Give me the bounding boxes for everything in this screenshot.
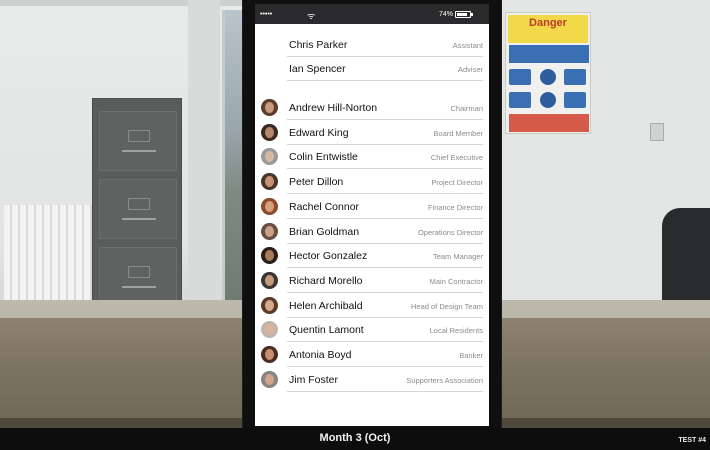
contact-name: Chris Parker bbox=[289, 39, 348, 51]
contact-row[interactable]: Andrew Hill-Norton Chairman bbox=[255, 95, 489, 120]
sign-goggles-icon bbox=[564, 92, 586, 108]
row-divider bbox=[287, 80, 483, 81]
contact-role: Chairman bbox=[450, 104, 483, 113]
contact-name: Edward King bbox=[289, 126, 349, 139]
test-label: TEST #4 bbox=[678, 437, 706, 444]
contact-name: Hector Gonzalez bbox=[289, 250, 368, 263]
sign-ppe-icon bbox=[509, 69, 531, 85]
contact-name: Quentin Lamont bbox=[289, 324, 364, 337]
contact-name: Brian Goldman bbox=[289, 225, 360, 238]
sign-hardhat-icon bbox=[540, 69, 556, 85]
avatar bbox=[261, 296, 278, 314]
contact-role: Chief Executive bbox=[430, 153, 483, 163]
contact-row[interactable]: Helen Archibald Head of Design Team bbox=[255, 293, 489, 318]
row-divider bbox=[287, 390, 483, 392]
contact-row[interactable]: Jim Foster Supporters Association bbox=[255, 367, 489, 392]
contact-row[interactable]: Quentin Lamont Local Residents bbox=[255, 317, 489, 343]
signal-icon: ••••• bbox=[260, 11, 273, 18]
contact-name: Colin Entwistle bbox=[289, 151, 358, 164]
avatar bbox=[261, 148, 278, 166]
cabinet-drawer bbox=[99, 247, 177, 307]
contact-name: Ian Spencer bbox=[289, 63, 346, 75]
contact-name: Helen Archibald bbox=[289, 299, 363, 312]
sign-gloves-icon bbox=[540, 92, 556, 108]
danger-sign-title: Danger bbox=[508, 15, 588, 43]
contact-row[interactable]: Edward King Board Member bbox=[255, 120, 489, 145]
contact-role: Supporters Association bbox=[406, 375, 483, 385]
contact-name: Antonia Boyd bbox=[289, 349, 352, 361]
contact-name: Jim Foster bbox=[289, 373, 339, 386]
contact-row[interactable]: Colin Entwistle Chief Executive bbox=[255, 144, 489, 170]
battery-icon bbox=[455, 11, 473, 18]
contact-name: Andrew Hill-Norton bbox=[289, 102, 378, 114]
danger-sign: Danger bbox=[505, 12, 591, 134]
wall-column bbox=[188, 0, 220, 300]
contact-role: Assistant bbox=[452, 41, 483, 50]
contact-row[interactable]: Peter Dillon Project Director bbox=[255, 169, 489, 195]
month-label: Month 3 (Oct) bbox=[319, 432, 391, 444]
contact-role: Main Contractor bbox=[429, 276, 483, 286]
avatar bbox=[261, 271, 278, 289]
wifi-icon: ᯤ bbox=[307, 11, 316, 21]
contact-role: Local Residents bbox=[429, 326, 483, 336]
contact-row[interactable]: Ian Spencer Adviser bbox=[255, 56, 489, 81]
contact-row[interactable]: Brian Goldman Operations Director bbox=[255, 219, 489, 244]
avatar bbox=[261, 222, 278, 240]
sign-red-banner bbox=[509, 114, 589, 132]
cabinet-drawer bbox=[99, 111, 177, 171]
contact-role: Banker bbox=[459, 351, 483, 360]
phone-screen: ••••• ᯤ 74% Chris Parker Assistant Ian S… bbox=[255, 4, 489, 426]
contact-role: Project Director bbox=[431, 178, 483, 188]
avatar bbox=[261, 370, 278, 388]
contact-name: Richard Morello bbox=[289, 274, 363, 287]
light-switch bbox=[650, 123, 664, 141]
status-bar: ••••• ᯤ 74% bbox=[255, 4, 489, 24]
contact-role: Team Manager bbox=[432, 252, 483, 262]
avatar bbox=[261, 346, 278, 363]
contact-name: Peter Dillon bbox=[289, 176, 344, 189]
sign-boots-icon bbox=[564, 69, 586, 85]
avatar bbox=[261, 197, 278, 215]
contact-row[interactable]: Rachel Connor Finance Director bbox=[255, 194, 489, 219]
contact-row[interactable]: Hector Gonzalez Team Manager bbox=[255, 243, 489, 269]
avatar bbox=[261, 99, 278, 116]
contact-role: Board Member bbox=[433, 128, 483, 138]
contact-role: Head of Design Team bbox=[411, 301, 483, 311]
phone: ••••• ᯤ 74% Chris Parker Assistant Ian S… bbox=[243, 0, 501, 450]
contact-name: Rachel Connor bbox=[289, 200, 360, 213]
sign-blue-banner bbox=[509, 45, 589, 63]
avatar bbox=[261, 247, 278, 265]
avatar bbox=[261, 321, 278, 339]
contact-role: Operations Director bbox=[417, 227, 483, 237]
battery-percent: 74% bbox=[439, 11, 454, 18]
contact-row[interactable]: Richard Morello Main Contractor bbox=[255, 268, 489, 293]
contact-row[interactable]: Antonia Boyd Banker bbox=[255, 342, 489, 367]
avatar bbox=[261, 173, 278, 191]
sign-vest-icon bbox=[509, 92, 531, 108]
contact-row[interactable]: Chris Parker Assistant bbox=[255, 32, 489, 57]
contact-role: Adviser bbox=[457, 65, 483, 74]
filing-cabinet bbox=[92, 98, 182, 320]
cabinet-drawer bbox=[99, 179, 177, 239]
avatar bbox=[261, 123, 278, 141]
contact-role: Finance Director bbox=[427, 202, 483, 212]
